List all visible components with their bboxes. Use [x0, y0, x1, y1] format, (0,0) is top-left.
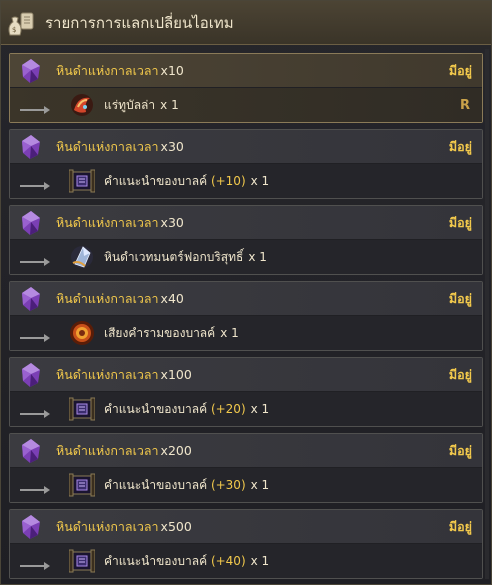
requirement-row: หินดำแห่งกาลเวลา x500 มีอยู่: [10, 510, 482, 544]
purple-gem-icon: [20, 286, 42, 312]
arrow-right-icon: [20, 100, 50, 114]
reward-item-name: คำแนะนำของบาลค์ (+40): [104, 553, 246, 568]
exchange-entry-2[interactable]: หินดำแห่งกาลเวลา x30 มีอยู่ คำแนะนำของบา…: [9, 129, 483, 199]
scroll-icon: [68, 167, 96, 195]
reward-item-qty: x 1: [250, 478, 270, 492]
window-header: $ รายการการแลกเปลี่ยนไอเทม: [1, 1, 491, 45]
reward-item-qty: x 1: [250, 402, 270, 416]
status-available: มีอยู่: [448, 62, 472, 78]
svg-text:$: $: [12, 26, 16, 34]
reward-item-name: คำแนะนำของบาลค์ (+30): [104, 477, 246, 492]
money-bag-scroll-icon: $: [1, 1, 41, 45]
exchange-window: $ รายการการแลกเปลี่ยนไอเทม หินดำแห่งกาลเ…: [0, 0, 492, 585]
exchange-entry-5[interactable]: หินดำแห่งกาลเวลา x100 มีอยู่ คำแนะนำของบ…: [9, 357, 483, 427]
required-item-qty: x100: [160, 367, 192, 382]
purple-gem-icon: [20, 58, 42, 84]
fire-orb-icon: [68, 319, 96, 347]
arrow-right-icon: [20, 480, 50, 494]
requirement-row: หินดำแห่งกาลเวลา x30 มีอยู่: [10, 130, 482, 164]
arrow-right-icon: [20, 328, 50, 342]
window-title: รายการการแลกเปลี่ยนไอเทม: [45, 13, 234, 32]
arrow-right-icon: [20, 176, 50, 190]
reward-row: หินดำเวทมนตร์ฟอกบริสุทธิ์ x 1: [10, 240, 482, 274]
required-item-qty: x200: [160, 443, 192, 458]
required-item-qty: x500: [160, 519, 192, 534]
ore-icon: [68, 91, 96, 119]
purple-gem-icon: [20, 514, 42, 540]
required-item-qty: x30: [160, 215, 184, 230]
requirement-row: หินดำแห่งกาลเวลา x40 มีอยู่: [10, 282, 482, 316]
required-item-name: หินดำแห่งกาลเวลา: [56, 518, 159, 534]
reward-item-qty: x 1: [250, 174, 270, 188]
required-item-qty: x30: [160, 139, 184, 154]
reward-item-name: หินดำเวทมนตร์ฟอกบริสุทธิ์: [104, 249, 244, 264]
requirement-row: หินดำแห่งกาลเวลา x200 มีอยู่: [10, 434, 482, 468]
exchange-entry-4[interactable]: หินดำแห่งกาลเวลา x40 มีอยู่ เสียงคำรามขอ…: [9, 281, 483, 351]
scrollbar[interactable]: [485, 49, 489, 579]
status-available: มีอยู่: [448, 518, 472, 534]
reward-item-qty: x 1: [250, 554, 270, 568]
status-available: มีอยู่: [448, 214, 472, 230]
exchange-entry-1[interactable]: หินดำแห่งกาลเวลา x10 มีอยู่ แร่ทูบัลล่า …: [9, 53, 483, 123]
crystal-icon: [68, 243, 96, 271]
purple-gem-icon: [20, 362, 42, 388]
status-available: มีอยู่: [448, 366, 472, 382]
exchange-entry-6[interactable]: หินดำแห่งกาลเวลา x200 มีอยู่ คำแนะนำของบ…: [9, 433, 483, 503]
required-item-name: หินดำแห่งกาลเวลา: [56, 138, 159, 154]
purple-gem-icon: [20, 438, 42, 464]
reward-item-name: เสียงคำรามของบาลค์: [104, 325, 216, 340]
reward-row: คำแนะนำของบาลค์ (+40) x 1: [10, 544, 482, 578]
reward-row: คำแนะนำของบาลค์ (+10) x 1: [10, 164, 482, 198]
required-item-qty: x40: [160, 291, 184, 306]
grade-tag: R: [459, 97, 470, 113]
exchange-list: หินดำแห่งกาลเวลา x10 มีอยู่ แร่ทูบัลล่า …: [9, 53, 483, 585]
reward-item-name: คำแนะนำของบาลค์ (+20): [104, 401, 246, 416]
arrow-right-icon: [20, 404, 50, 418]
required-item-name: หินดำแห่งกาลเวลา: [56, 290, 159, 306]
scroll-icon: [68, 395, 96, 423]
scroll-icon: [68, 547, 96, 575]
required-item-name: หินดำแห่งกาลเวลา: [56, 214, 159, 230]
exchange-entry-7[interactable]: หินดำแห่งกาลเวลา x500 มีอยู่ คำแนะนำของบ…: [9, 509, 483, 579]
required-item-name: หินดำแห่งกาลเวลา: [56, 442, 159, 458]
reward-item-qty: x 1: [248, 250, 267, 264]
scroll-icon: [68, 471, 96, 499]
required-item-name: หินดำแห่งกาลเวลา: [56, 366, 159, 382]
reward-item-qty: x 1: [160, 98, 179, 112]
requirement-row: หินดำแห่งกาลเวลา x30 มีอยู่: [10, 206, 482, 240]
purple-gem-icon: [20, 210, 42, 236]
reward-item-qty: x 1: [220, 326, 239, 340]
requirement-row: หินดำแห่งกาลเวลา x100 มีอยู่: [10, 358, 482, 392]
arrow-right-icon: [20, 252, 50, 266]
reward-row: เสียงคำรามของบาลค์ x 1: [10, 316, 482, 350]
reward-item-name: แร่ทูบัลล่า: [104, 97, 156, 112]
requirement-row: หินดำแห่งกาลเวลา x10 มีอยู่: [10, 54, 482, 88]
reward-row: คำแนะนำของบาลค์ (+20) x 1: [10, 392, 482, 426]
reward-row: คำแนะนำของบาลค์ (+30) x 1: [10, 468, 482, 502]
exchange-entry-3[interactable]: หินดำแห่งกาลเวลา x30 มีอยู่ หินดำเวทมนตร…: [9, 205, 483, 275]
reward-row: แร่ทูบัลล่า x 1 R: [10, 88, 482, 122]
required-item-qty: x10: [160, 63, 184, 78]
status-available: มีอยู่: [448, 290, 472, 306]
reward-item-name: คำแนะนำของบาลค์ (+10): [104, 173, 246, 188]
status-available: มีอยู่: [448, 138, 472, 154]
required-item-name: หินดำแห่งกาลเวลา: [56, 62, 159, 78]
arrow-right-icon: [20, 556, 50, 570]
status-available: มีอยู่: [448, 442, 472, 458]
purple-gem-icon: [20, 134, 42, 160]
